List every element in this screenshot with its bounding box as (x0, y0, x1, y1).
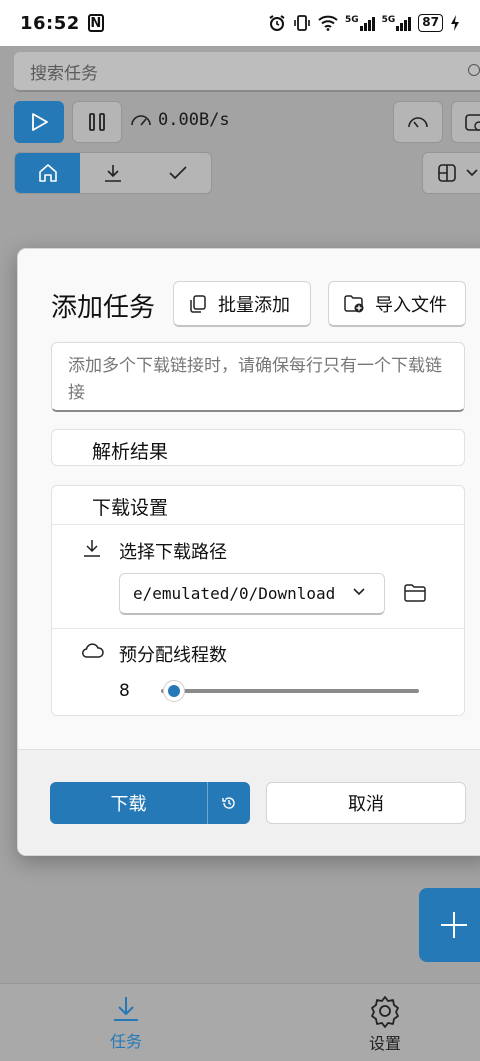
choose-path-label: 选择下载路径 (119, 542, 227, 563)
plus-icon (441, 912, 467, 938)
grid-layout-icon (438, 164, 456, 182)
filter-tabs (14, 152, 212, 194)
threads-value: 8 (119, 681, 130, 701)
dialog-title: 添加任务 (51, 293, 156, 323)
vibrate-icon (294, 15, 310, 31)
import-file-button[interactable]: 导入文件 (328, 281, 466, 327)
download-label: 下载 (110, 794, 147, 815)
gauge-icon (408, 117, 428, 128)
history-icon (222, 797, 235, 809)
download-icon (104, 165, 121, 182)
download-split-button: 下载 (50, 782, 250, 824)
download-path-value: e/emulated/0/Download (133, 584, 336, 603)
links-input[interactable]: 添加多个下载链接时，请确保每行只有一个下载链接 (51, 342, 465, 412)
clipboard-icon (465, 114, 480, 131)
parse-results-expander[interactable]: 解析结果 (51, 429, 465, 466)
home-icon (38, 164, 57, 182)
status-time: 16:52 (20, 12, 80, 34)
download-path-select[interactable]: e/emulated/0/Download (119, 573, 385, 615)
threads-label: 预分配线程数 (119, 645, 227, 666)
alarm-icon (269, 15, 285, 31)
tab-completed[interactable] (146, 153, 211, 193)
download-button[interactable]: 下载 (50, 782, 208, 824)
speed-indicator: 0.00B/s (130, 110, 230, 130)
download-tray-icon (114, 997, 138, 1021)
speed-value: 0.00B/s (158, 110, 230, 130)
chevron-down-icon (466, 169, 478, 177)
search-icon[interactable] (468, 64, 480, 76)
browse-folder-icon[interactable] (403, 583, 427, 603)
signal-5g-1-icon: 5G (345, 15, 375, 31)
bottom-nav: 任务 设置 (0, 983, 480, 1061)
parse-results-title: 解析结果 (92, 441, 169, 463)
speedometer-icon (131, 115, 151, 126)
check-icon (169, 166, 187, 180)
copy-icon (190, 294, 206, 313)
batch-add-button[interactable]: 批量添加 (173, 281, 311, 327)
signal-5g-2-icon: 5G (382, 15, 412, 31)
tab-all[interactable] (15, 153, 81, 193)
pause-icon (89, 113, 105, 131)
nav-settings[interactable]: 设置 (368, 994, 402, 1054)
batch-add-label: 批量添加 (218, 294, 290, 316)
gear-icon (371, 996, 399, 1028)
folder-add-icon (344, 294, 364, 312)
search-placeholder: 搜索任务 (30, 63, 98, 84)
threads-slider-track[interactable] (161, 689, 419, 693)
download-settings-title: 下载设置 (92, 497, 169, 519)
add-task-dialog: 添加任务 批量添加 导入文件 添加多个下载链接时，请确保每行只有一个下载链接 解… (17, 248, 480, 856)
layout-toggle-button[interactable] (422, 152, 480, 194)
links-placeholder: 添加多个下载链接时，请确保每行只有一个下载链接 (68, 356, 442, 403)
charging-icon (451, 15, 459, 31)
nav-tasks[interactable]: 任务 (110, 994, 142, 1052)
chevron-down-icon (353, 588, 365, 596)
nfc-icon: N (87, 14, 104, 32)
cancel-button[interactable]: 取消 (266, 782, 466, 824)
divider (52, 628, 464, 629)
pause-all-button[interactable] (72, 101, 122, 143)
tab-downloading[interactable] (80, 153, 145, 193)
download-path-icon (84, 540, 100, 557)
threads-slider-thumb[interactable] (162, 680, 185, 702)
play-icon (32, 113, 48, 131)
cloud-icon (82, 643, 104, 658)
speed-limit-button[interactable] (393, 101, 443, 143)
nav-tasks-label: 任务 (110, 1032, 143, 1051)
battery-icon: 87 (418, 14, 443, 32)
wifi-icon (318, 15, 338, 31)
import-file-label: 导入文件 (375, 294, 447, 316)
add-task-fab[interactable] (419, 888, 480, 962)
nav-settings-label: 设置 (368, 1034, 401, 1053)
clipboard-monitor-button[interactable] (451, 101, 480, 143)
schedule-button[interactable] (208, 782, 250, 824)
start-all-button[interactable] (14, 101, 64, 143)
cancel-label: 取消 (348, 794, 384, 815)
divider (52, 524, 464, 525)
search-input[interactable]: 搜索任务 (14, 52, 480, 92)
status-bar: 16:52 N 5G 5G 87 (0, 0, 480, 46)
